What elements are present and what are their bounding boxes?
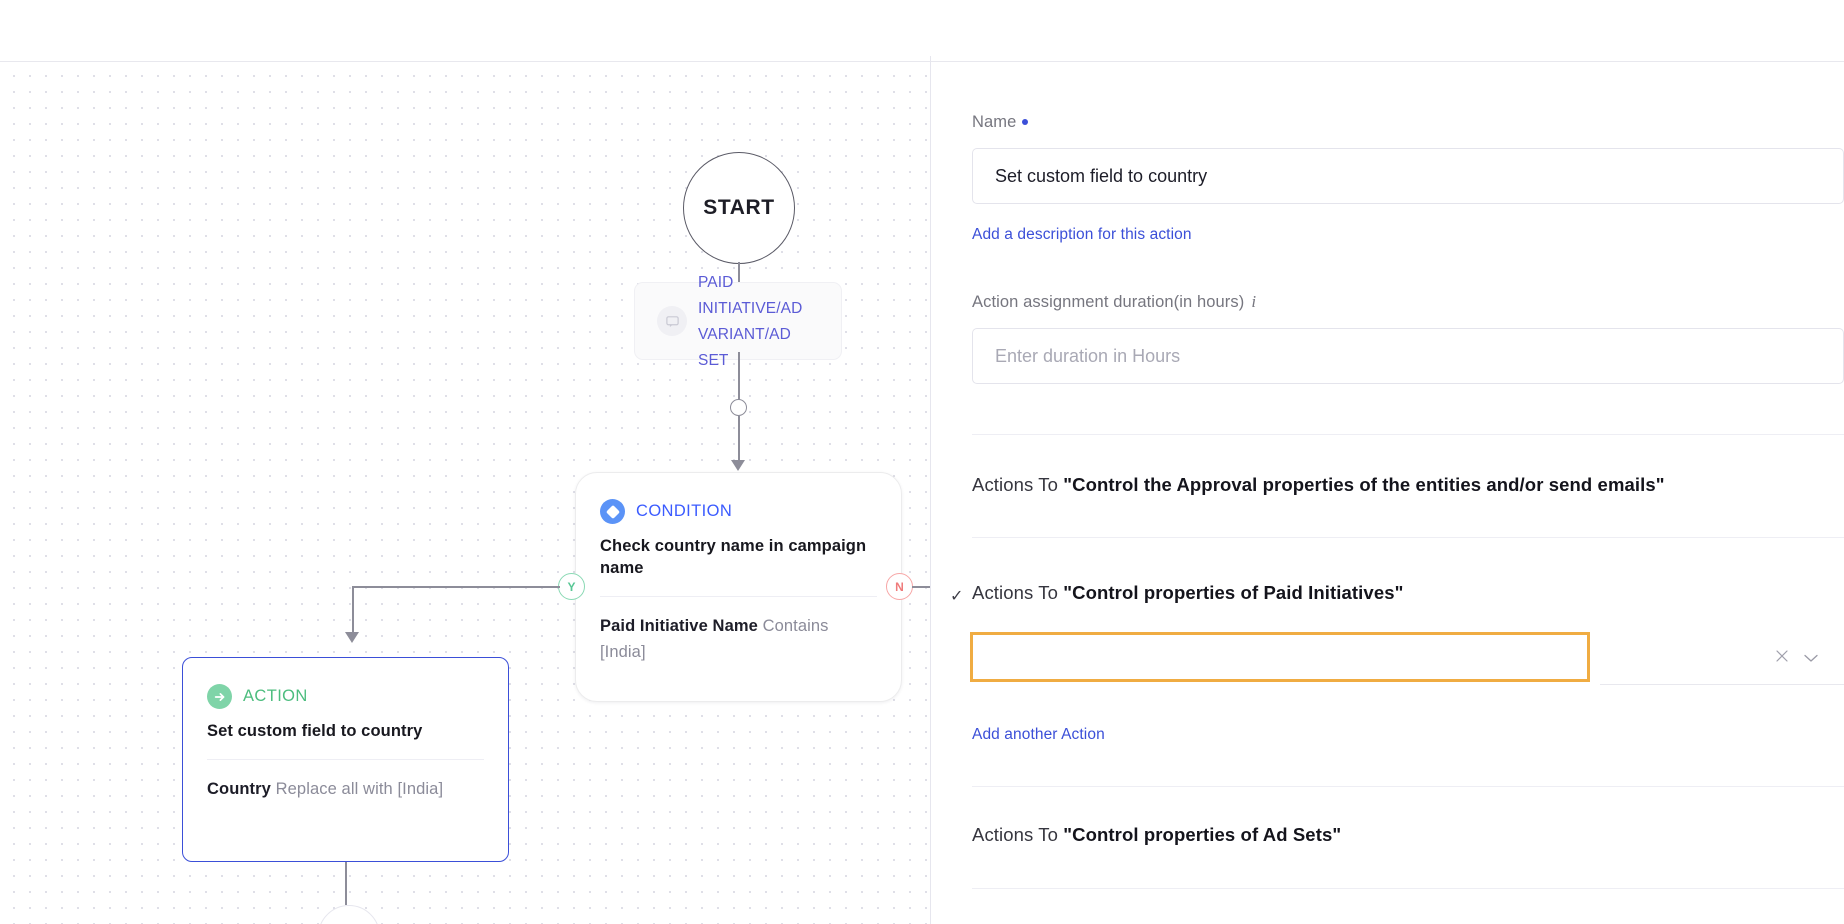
- section-0-prefix: Actions To: [972, 474, 1064, 495]
- duration-label-text: Action assignment duration(in hours): [972, 293, 1245, 311]
- section-1-check-icon: ✓: [950, 588, 964, 605]
- section-0-title: "Control the Approval properties of the …: [1063, 474, 1665, 495]
- diamond-icon: [600, 499, 625, 524]
- action-node-divider: [207, 759, 484, 760]
- action-detail-operator: Replace all with: [275, 780, 393, 798]
- name-input[interactable]: Set custom field to country: [972, 148, 1844, 204]
- action-node-kind: ACTION: [243, 687, 308, 705]
- action-detail-value: [India]: [397, 780, 444, 798]
- top-bar: [0, 0, 1844, 62]
- add-another-action-link[interactable]: Add another Action: [972, 726, 1105, 744]
- section-2-prefix: Actions To: [972, 824, 1064, 845]
- action-node-title: Set custom field to country: [207, 722, 423, 740]
- branch-badge-yes-label: Y: [567, 579, 576, 594]
- name-label-text: Name: [972, 113, 1017, 131]
- condition-node-header: CONDITION: [600, 499, 877, 524]
- branch-badge-no[interactable]: N: [886, 573, 913, 600]
- workflow-canvas[interactable]: START PAID INITIATIVE/AD VARIANT/AD SET …: [0, 62, 930, 924]
- action-row-underline: [1600, 684, 1844, 685]
- required-dot-icon: [1022, 118, 1029, 125]
- condition-node-divider: [600, 596, 877, 597]
- connector-arrow-action: [345, 632, 359, 643]
- condition-node-detail: Paid Initiative Name Contains [India]: [600, 613, 877, 665]
- action-node-detail: Country Replace all with [India]: [207, 776, 484, 802]
- action-row-highlight: [970, 632, 1590, 682]
- panel-divider-4: [972, 888, 1844, 889]
- connector-joint-to-condition: [738, 416, 740, 466]
- condition-detail-field: Paid Initiative Name: [600, 617, 758, 635]
- start-node-label: START: [703, 196, 775, 219]
- section-header-paid-initiatives[interactable]: Actions To "Control properties of Paid I…: [972, 582, 1403, 604]
- connector-arrow-condition: [731, 460, 745, 471]
- connector-joint[interactable]: [730, 399, 747, 416]
- section-header-approval[interactable]: Actions To "Control the Approval propert…: [972, 474, 1665, 496]
- condition-detail-operator: Contains: [762, 617, 829, 635]
- action-row-clear-icon[interactable]: [1775, 648, 1789, 668]
- start-node[interactable]: START: [683, 152, 795, 264]
- duration-input[interactable]: Enter duration in Hours: [972, 328, 1844, 384]
- action-detail-field: Country: [207, 780, 271, 798]
- action-row-value-chevron-down-icon[interactable]: [1804, 650, 1818, 667]
- condition-node-kind: CONDITION: [636, 502, 733, 520]
- section-2-title: "Control properties of Ad Sets": [1063, 824, 1342, 845]
- add-description-link[interactable]: Add a description for this action: [972, 226, 1192, 244]
- condition-node-title: Check country name in campaign name: [600, 537, 867, 577]
- connector-yes-horizontal: [352, 586, 560, 588]
- section-1-prefix: Actions To: [972, 582, 1064, 603]
- info-icon[interactable]: i: [1251, 292, 1256, 312]
- connector-action-to-add: [345, 862, 347, 905]
- action-node[interactable]: ACTION Set custom field to country Count…: [182, 657, 509, 862]
- panel-divider-1: [972, 434, 1844, 435]
- condition-detail-value: [India]: [600, 643, 646, 661]
- name-field-label: Name: [972, 113, 1029, 132]
- workflow-builder-screen: START PAID INITIATIVE/AD VARIANT/AD SET …: [0, 0, 1844, 924]
- branch-badge-no-label: N: [895, 579, 904, 594]
- panel-divider-2: [972, 537, 1844, 538]
- connector-yes-vertical: [352, 586, 354, 638]
- panel-divider-3: [972, 786, 1844, 787]
- comment-bubble-icon: [657, 306, 687, 336]
- branch-badge-yes[interactable]: Y: [558, 573, 585, 600]
- duration-field-label: Action assignment duration(in hours) i: [972, 292, 1256, 312]
- condition-node[interactable]: CONDITION Check country name in campaign…: [575, 472, 902, 702]
- entity-type-label: PAID INITIATIVE/AD VARIANT/AD SET: [698, 274, 803, 369]
- section-1-title: "Control properties of Paid Initiatives": [1063, 582, 1404, 603]
- arrow-right-icon: [207, 684, 232, 709]
- add-node-button[interactable]: +: [318, 905, 380, 924]
- section-header-ad-sets[interactable]: Actions To "Control properties of Ad Set…: [972, 824, 1341, 846]
- connector-no-horizontal: [912, 586, 930, 588]
- duration-input-placeholder: Enter duration in Hours: [995, 345, 1181, 366]
- name-input-value: Set custom field to country: [995, 165, 1208, 186]
- action-node-header: ACTION: [207, 684, 484, 709]
- connector-entity-to-joint: [738, 352, 740, 402]
